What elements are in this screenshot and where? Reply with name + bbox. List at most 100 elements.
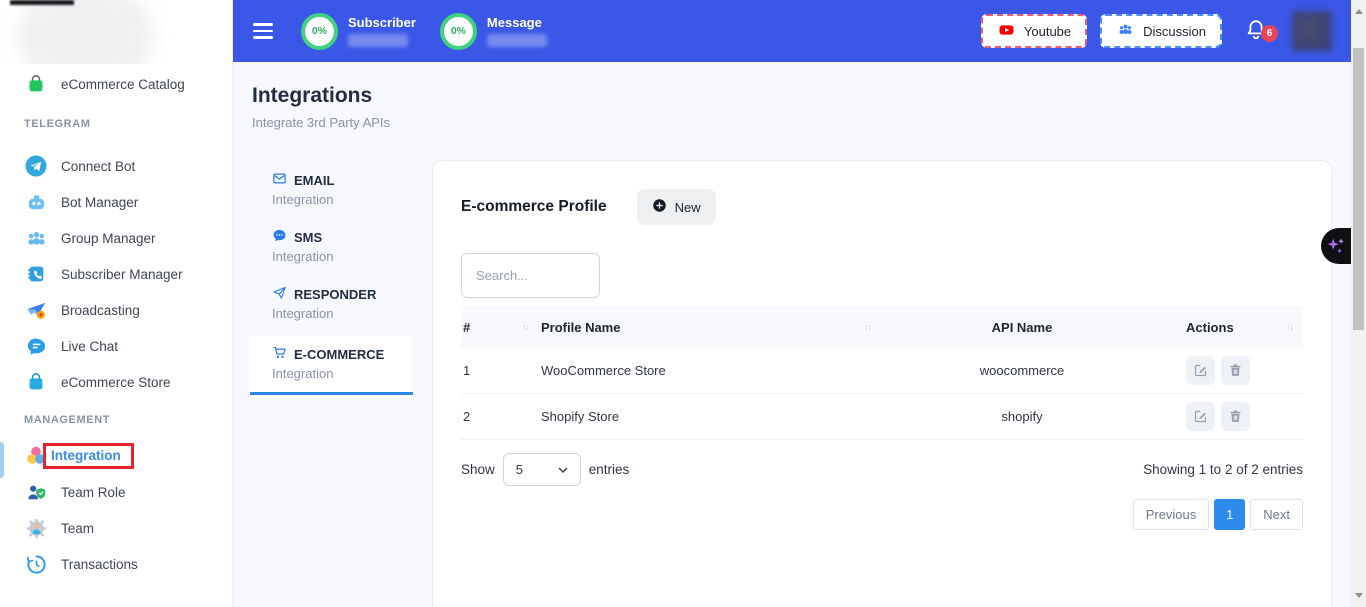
- scrollbar-up-arrow[interactable]: [1355, 9, 1363, 14]
- assistant-fab-button[interactable]: [1321, 228, 1351, 264]
- sidebar-item-label: Team: [61, 521, 94, 536]
- trash-icon: [1228, 409, 1243, 424]
- row-number: 2: [461, 409, 539, 424]
- column-header-profile-name[interactable]: Profile Name↑↓: [539, 320, 881, 335]
- message-stat-value-blurred: [487, 34, 547, 47]
- search-input[interactable]: [461, 253, 600, 298]
- sms-bubble-icon: [272, 228, 287, 246]
- youtube-icon: [997, 22, 1016, 41]
- robot-icon: [24, 190, 48, 214]
- main-content: Integrations Integrate 3rd Party APIs EM…: [233, 62, 1366, 607]
- delete-button[interactable]: [1221, 402, 1250, 431]
- sidebar-item-label: Connect Bot: [61, 159, 135, 174]
- subscriber-stat-label: Subscriber: [348, 15, 416, 30]
- next-page-button[interactable]: Next: [1250, 499, 1303, 530]
- tab-title: RESPONDER: [294, 287, 376, 302]
- sidebar-item-label: eCommerce Store: [61, 375, 171, 390]
- subscriber-stat: 0% Subscriber: [301, 13, 416, 50]
- active-item-indicator: [0, 442, 4, 478]
- pagination: Previous 1 Next: [461, 499, 1303, 530]
- integration-subnav: EMAIL Integration SMS Integration RESPON…: [250, 165, 413, 395]
- scrollbar-thumb[interactable]: [1353, 48, 1364, 330]
- column-header-actions[interactable]: Actions↑↓: [1161, 320, 1303, 335]
- sidebar-item-label: Group Manager: [61, 231, 156, 246]
- entries-label: entries: [589, 462, 630, 477]
- page-size-select[interactable]: 5: [503, 453, 581, 486]
- sidebar-item-label: Transactions: [61, 557, 138, 572]
- sidebar-item-label: Subscriber Manager: [61, 267, 183, 282]
- new-profile-button[interactable]: New: [637, 189, 716, 225]
- tab-subtitle: Integration: [272, 306, 413, 321]
- table-header-row: #↑↓ Profile Name↑↓ API Name Actions↑↓: [461, 306, 1303, 348]
- sidebar-section-management: MANAGEMENT: [0, 408, 232, 432]
- message-stat-label: Message: [487, 15, 547, 30]
- sidebar-item-subscriber-manager[interactable]: Subscriber Manager: [0, 256, 232, 292]
- sidebar: eCommerce Catalog TELEGRAM Connect Bot B…: [0, 0, 233, 607]
- edit-button[interactable]: [1186, 402, 1215, 431]
- menu-toggle-button[interactable]: [249, 19, 277, 43]
- plus-circle-icon: [652, 198, 667, 216]
- notification-bell[interactable]: 6: [1244, 18, 1270, 44]
- page-1-button[interactable]: 1: [1214, 499, 1245, 530]
- tab-responder-integration[interactable]: RESPONDER Integration: [250, 279, 413, 327]
- page-title: Integrations: [252, 84, 390, 108]
- user-avatar[interactable]: [1292, 11, 1332, 51]
- profile-name: WooCommerce Store: [539, 363, 881, 378]
- logo-mark: [10, 0, 74, 5]
- notification-count-badge: 6: [1261, 25, 1278, 42]
- column-header-number[interactable]: #↑↓: [461, 320, 539, 335]
- pencil-square-icon: [1193, 409, 1208, 424]
- tab-email-integration[interactable]: EMAIL Integration: [250, 165, 413, 213]
- vertical-scrollbar: [1351, 0, 1366, 607]
- api-name: woocommerce: [881, 363, 1161, 378]
- scrollbar-down-arrow[interactable]: [1355, 593, 1363, 598]
- person-shield-icon: [24, 480, 48, 504]
- sidebar-item-transactions[interactable]: Transactions: [0, 546, 232, 582]
- sort-icon[interactable]: ↑↓: [522, 322, 529, 332]
- sidebar-item-live-chat[interactable]: Live Chat: [0, 328, 232, 364]
- shopping-bag-blue-icon: [24, 370, 48, 394]
- people-group-icon: [24, 226, 48, 250]
- edit-button[interactable]: [1186, 356, 1215, 385]
- subscriber-stat-value-blurred: [348, 34, 408, 47]
- new-button-label: New: [675, 200, 701, 215]
- entries-summary: Showing 1 to 2 of 2 entries: [1143, 462, 1303, 477]
- profile-name: Shopify Store: [539, 409, 881, 424]
- message-progress-circle: 0%: [440, 13, 477, 50]
- youtube-button[interactable]: Youtube: [981, 14, 1087, 48]
- discussion-button[interactable]: Discussion: [1100, 14, 1222, 48]
- show-label: Show: [461, 462, 495, 477]
- send-plane-icon: [272, 285, 287, 303]
- tab-title: SMS: [294, 230, 322, 245]
- column-header-api-name[interactable]: API Name: [881, 320, 1161, 335]
- tab-ecommerce-integration[interactable]: E-COMMERCE Integration: [250, 336, 413, 395]
- sidebar-item-team-role[interactable]: Team Role: [0, 474, 232, 510]
- sparkles-icon: [1325, 235, 1347, 257]
- tab-title: E-COMMERCE: [294, 347, 384, 362]
- sidebar-item-label: Team Role: [61, 485, 126, 500]
- previous-page-button[interactable]: Previous: [1133, 499, 1210, 530]
- table-row: 2 Shopify Store shopify: [461, 394, 1303, 440]
- sidebar-item-team[interactable]: Team: [0, 510, 232, 546]
- sidebar-item-ecommerce-catalog[interactable]: eCommerce Catalog: [0, 64, 232, 104]
- shopping-cart-icon: [272, 345, 287, 363]
- sidebar-item-integration[interactable]: Integration: [0, 438, 232, 474]
- sidebar-item-ecommerce-store[interactable]: eCommerce Store: [0, 364, 232, 400]
- delete-button[interactable]: [1221, 356, 1250, 385]
- app-logo: [0, 0, 232, 64]
- sidebar-item-bot-manager[interactable]: Bot Manager: [0, 184, 232, 220]
- telegram-plane-icon: [24, 154, 48, 178]
- page-size-value: 5: [516, 462, 523, 477]
- envelope-icon: [272, 171, 287, 189]
- sort-icon[interactable]: ↑↓: [864, 322, 871, 332]
- sort-icon[interactable]: ↑↓: [1286, 322, 1293, 332]
- tab-sms-integration[interactable]: SMS Integration: [250, 222, 413, 270]
- sidebar-item-broadcasting[interactable]: Broadcasting: [0, 292, 232, 328]
- api-name: shopify: [881, 409, 1161, 424]
- youtube-button-label: Youtube: [1024, 24, 1071, 39]
- chat-bubble-icon: [24, 334, 48, 358]
- tab-title: EMAIL: [294, 173, 334, 188]
- sidebar-item-group-manager[interactable]: Group Manager: [0, 220, 232, 256]
- sidebar-item-label: Live Chat: [61, 339, 118, 354]
- sidebar-item-connect-bot[interactable]: Connect Bot: [0, 148, 232, 184]
